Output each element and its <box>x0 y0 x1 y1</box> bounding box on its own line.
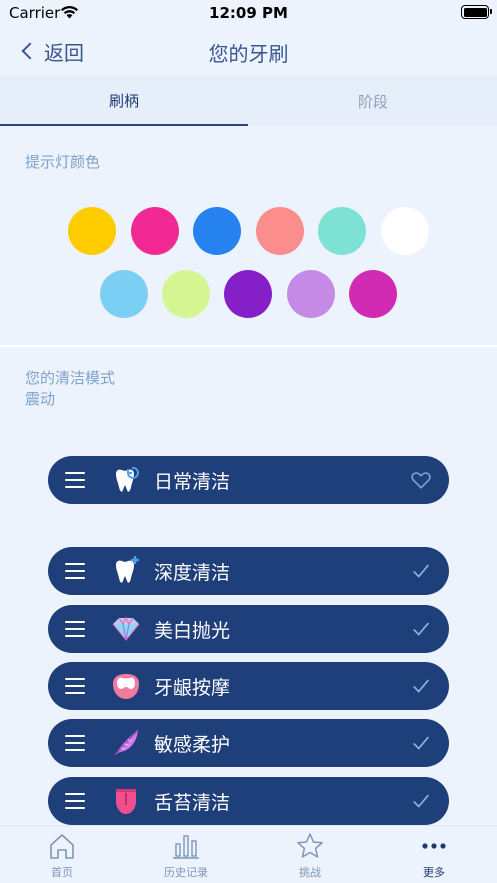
drag-handle-icon[interactable] <box>65 793 85 809</box>
color-swatch-mint[interactable] <box>318 207 366 255</box>
tab-more-label: 更多 <box>423 866 445 879</box>
bottom-tab-bar: 首页 历史记录 挑战 更多 <box>0 825 497 883</box>
section-divider <box>0 345 497 347</box>
diamond-icon <box>112 616 140 641</box>
mode-item-sensitive[interactable]: 敏感柔护 <box>48 719 449 767</box>
check-icon <box>413 564 429 578</box>
bar-chart-icon <box>173 835 199 859</box>
mode-item-tongue-clean[interactable]: 舌苔清洁 <box>48 777 449 825</box>
color-swatch-pink[interactable] <box>131 207 179 255</box>
tab-history[interactable]: 历史记录 <box>124 832 248 883</box>
cleaning-mode-label: 您的清洁模式 <box>25 369 116 387</box>
tab-more[interactable]: 更多 <box>372 832 496 883</box>
color-swatch-magenta[interactable] <box>349 270 397 318</box>
heart-icon[interactable] <box>410 469 432 491</box>
tooth-plus-icon <box>116 556 139 583</box>
color-swatch-purple[interactable] <box>224 270 272 318</box>
tongue-icon <box>116 789 136 814</box>
color-swatch-blue[interactable] <box>193 207 241 255</box>
tab-stage[interactable]: 阶段 <box>249 76 497 126</box>
mode-label: 舌苔清洁 <box>154 792 231 814</box>
drag-handle-icon[interactable] <box>65 735 85 751</box>
check-icon <box>413 622 429 636</box>
tab-history-label: 历史记录 <box>164 866 208 879</box>
mode-item-deep-clean[interactable]: 深度清洁 <box>48 547 449 595</box>
drag-handle-icon[interactable] <box>65 472 85 488</box>
tab-home-label: 首页 <box>51 866 73 879</box>
color-swatch-light-blue[interactable] <box>100 270 148 318</box>
battery-icon <box>461 5 492 19</box>
feather-icon <box>114 730 138 756</box>
tab-handle[interactable]: 刷柄 <box>0 76 248 126</box>
cleaning-mode-sub-label: 震动 <box>25 390 56 408</box>
light-color-label: 提示灯颜色 <box>25 153 101 171</box>
home-icon <box>50 834 74 859</box>
mode-item-whitening[interactable]: 美白抛光 <box>48 605 449 653</box>
star-icon <box>297 833 323 858</box>
tab-challenge-label: 挑战 <box>299 866 321 879</box>
mode-label: 敏感柔护 <box>154 734 231 756</box>
mode-item-daily-clean[interactable]: 日常清洁 <box>48 456 449 504</box>
color-swatch-white[interactable] <box>381 207 429 255</box>
status-time: 12:09 PM <box>209 4 288 22</box>
gum-icon <box>113 674 139 699</box>
tooth-refresh-icon <box>116 466 139 492</box>
check-icon <box>413 736 429 750</box>
tab-home[interactable]: 首页 <box>0 832 124 883</box>
color-swatch-yellow[interactable] <box>68 207 116 255</box>
segment-tabs: 刷柄 阶段 <box>0 76 497 126</box>
chevron-left-icon <box>21 42 39 60</box>
mode-label: 美白抛光 <box>154 620 231 642</box>
drag-handle-icon[interactable] <box>65 621 85 637</box>
mode-label: 牙龈按摩 <box>154 677 231 699</box>
back-button[interactable]: 返回 <box>18 36 84 66</box>
more-dots-icon <box>422 843 446 849</box>
mode-item-gum-massage[interactable]: 牙龈按摩 <box>48 662 449 710</box>
mode-label: 深度清洁 <box>154 562 231 584</box>
drag-handle-icon[interactable] <box>65 563 85 579</box>
check-icon <box>413 679 429 693</box>
color-swatch-salmon[interactable] <box>256 207 304 255</box>
drag-handle-icon[interactable] <box>65 678 85 694</box>
color-swatch-lavender[interactable] <box>287 270 335 318</box>
tab-challenge[interactable]: 挑战 <box>248 832 372 883</box>
status-bar: Carrier 12:09 PM <box>0 0 497 26</box>
nav-bar: 返回 您的牙刷 <box>0 26 497 76</box>
color-swatch-lime[interactable] <box>162 270 210 318</box>
mode-label: 日常清洁 <box>154 471 231 493</box>
check-icon <box>413 794 429 808</box>
back-label: 返回 <box>44 40 84 65</box>
